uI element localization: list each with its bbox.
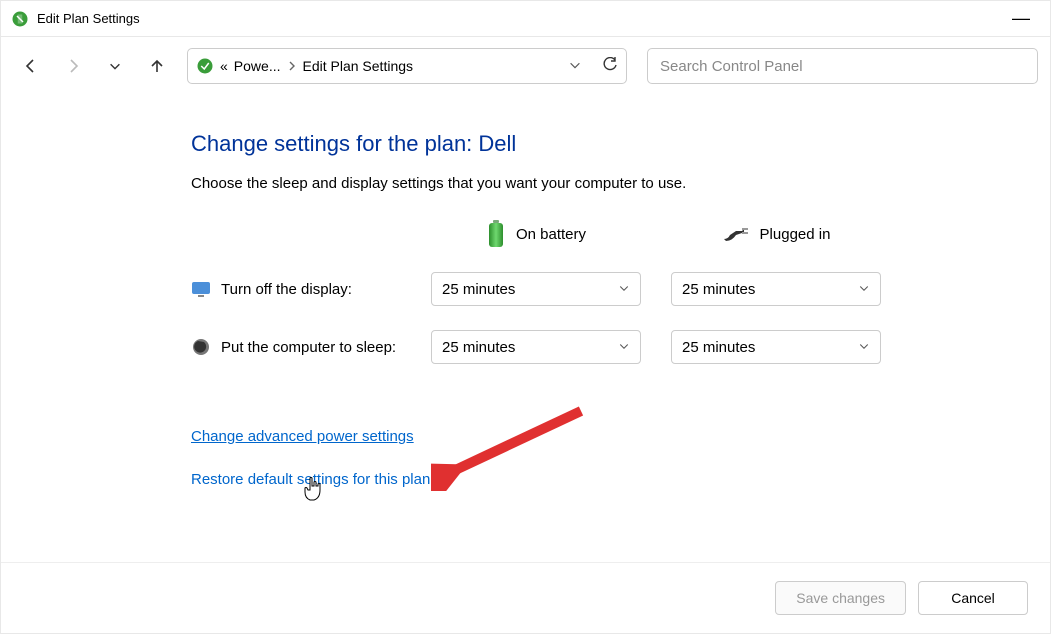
chevron-down-icon [618,339,630,356]
breadcrumb-prefix: « [220,58,228,74]
row-display-label: Turn off the display: [191,279,431,299]
breadcrumb-item-editplan[interactable]: Edit Plan Settings [303,58,414,74]
display-plugged-value: 25 minutes [682,281,755,298]
breadcrumb-icon [196,57,214,75]
plug-icon [722,225,750,243]
forward-button[interactable] [55,48,91,84]
control-panel-icon [11,10,29,28]
display-battery-select[interactable]: 25 minutes [431,272,641,306]
sleep-icon [191,337,211,357]
sleep-battery-select[interactable]: 25 minutes [431,330,641,364]
address-bar[interactable]: « Powe... Edit Plan Settings [187,48,627,84]
row-sleep-label: Put the computer to sleep: [191,337,431,357]
titlebar: Edit Plan Settings — [1,1,1050,37]
column-plugged-label: Plugged in [760,226,831,243]
breadcrumb-item-power[interactable]: Powe... [234,58,281,74]
toolbar: « Powe... Edit Plan Settings Search Cont… [1,37,1050,95]
window-title: Edit Plan Settings [37,11,140,26]
breadcrumb-separator-icon [287,58,297,74]
chevron-down-icon [858,339,870,356]
page-heading: Change settings for the plan: Dell [191,131,1050,157]
page-subtitle: Choose the sleep and display settings th… [191,175,1050,192]
column-header-battery: On battery [431,220,641,248]
content-area: Change settings for the plan: Dell Choos… [1,95,1050,488]
column-header-plugged: Plugged in [671,225,881,243]
display-plugged-select[interactable]: 25 minutes [671,272,881,306]
advanced-settings-link[interactable]: Change advanced power settings [191,428,414,445]
display-icon [191,279,211,299]
battery-icon [486,220,506,248]
display-battery-value: 25 minutes [442,281,515,298]
sleep-battery-value: 25 minutes [442,339,515,356]
address-dropdown-icon[interactable] [568,58,582,75]
search-input[interactable]: Search Control Panel [647,48,1038,84]
minimize-button[interactable]: — [1004,4,1038,33]
up-button[interactable] [139,48,175,84]
chevron-down-icon [618,281,630,298]
recent-dropdown[interactable] [97,48,133,84]
chevron-down-icon [858,281,870,298]
column-battery-label: On battery [516,226,586,243]
row-display-text: Turn off the display: [221,281,352,298]
footer-separator [1,562,1050,563]
row-sleep-text: Put the computer to sleep: [221,339,396,356]
back-button[interactable] [13,48,49,84]
save-button[interactable]: Save changes [775,581,906,615]
sleep-plugged-value: 25 minutes [682,339,755,356]
refresh-button[interactable] [602,57,618,76]
restore-defaults-link[interactable]: Restore default settings for this plan [191,471,430,488]
cancel-button[interactable]: Cancel [918,581,1028,615]
search-placeholder: Search Control Panel [660,58,803,75]
sleep-plugged-select[interactable]: 25 minutes [671,330,881,364]
